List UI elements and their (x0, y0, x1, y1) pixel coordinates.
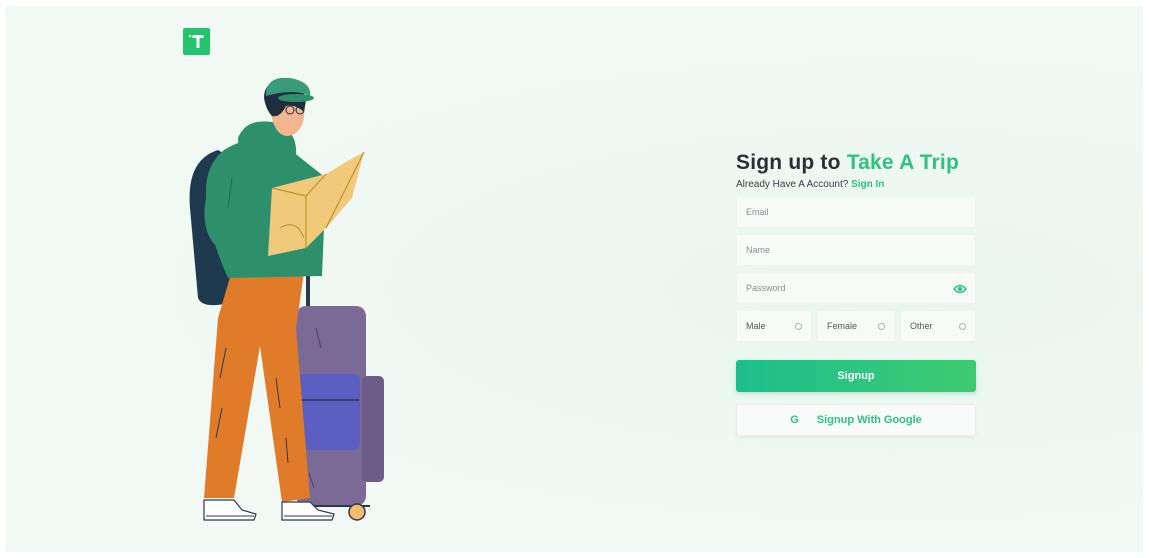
title-brand: Take A Trip (846, 151, 959, 174)
eye-icon[interactable] (953, 283, 967, 295)
radio-button[interactable] (795, 322, 802, 330)
password-field[interactable] (746, 283, 966, 293)
gender-label: Other (910, 321, 933, 331)
signup-form: Sign up to Take A Trip Already Have A Ac… (736, 151, 976, 436)
gender-options: Male Female Other (736, 310, 976, 342)
brand-logo[interactable] (183, 28, 210, 55)
name-field[interactable] (746, 245, 966, 255)
gender-label: Male (746, 321, 766, 331)
gender-option-other[interactable]: Other (900, 310, 976, 342)
gender-option-male[interactable]: Male (736, 310, 812, 342)
signup-page: Sign up to Take A Trip Already Have A Ac… (6, 6, 1143, 552)
email-field-wrapper (736, 196, 976, 228)
email-field[interactable] (746, 207, 966, 217)
radio-button[interactable] (878, 322, 885, 330)
subtitle-text: Already Have A Account? (736, 179, 849, 190)
signin-link[interactable]: Sign In (851, 179, 884, 190)
form-fields (736, 196, 976, 304)
google-icon: G (790, 414, 799, 426)
gender-option-female[interactable]: Female (817, 310, 895, 342)
title-prefix: Sign up to (736, 151, 841, 174)
radio-button[interactable] (959, 322, 966, 330)
google-signup-button[interactable]: G Signup With Google (736, 404, 976, 436)
signup-button[interactable]: Signup (736, 360, 976, 392)
form-subtitle: Already Have A Account? Sign In (736, 179, 976, 190)
name-field-wrapper (736, 234, 976, 266)
form-title: Sign up to Take A Trip (736, 151, 976, 175)
logo-t-icon (189, 35, 204, 48)
gender-label: Female (827, 321, 858, 331)
google-signup-label: Signup With Google (816, 414, 922, 426)
password-field-wrapper (736, 272, 976, 304)
traveler-illustration (189, 78, 384, 521)
